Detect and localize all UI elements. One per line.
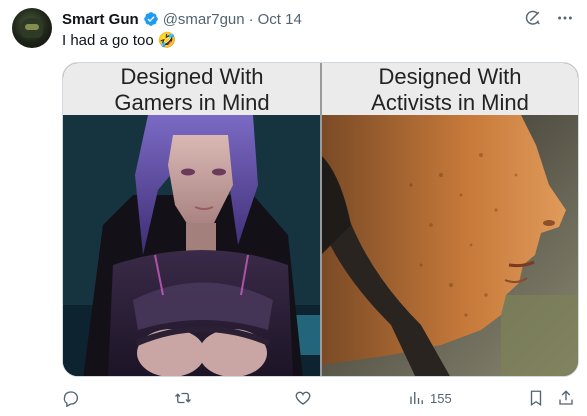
- heart-icon: [295, 391, 311, 405]
- tweet-header: Smart Gun @smar7gun · Oct 14: [62, 9, 302, 29]
- views-count: 155: [430, 390, 452, 406]
- tweet-text: I had a go too 🤣: [62, 32, 176, 49]
- realistic-face-image: [321, 115, 578, 376]
- reply-icon: [63, 391, 79, 407]
- share-icon: [559, 390, 573, 405]
- tweet-text-body: I had a go too: [62, 32, 154, 49]
- realistic-face-illustration: [321, 115, 578, 376]
- caption-activists-line2: Activists in Mind: [371, 90, 529, 115]
- views-icon: [410, 392, 423, 404]
- caption-activists: Designed With Activists in Mind: [321, 63, 578, 115]
- tweet-top-actions: [523, 8, 575, 28]
- caption-gamers: Designed With Gamers in Mind: [63, 63, 321, 115]
- more-icon[interactable]: [555, 8, 575, 28]
- like-button[interactable]: [294, 386, 316, 410]
- views-button[interactable]: 155: [408, 386, 452, 410]
- tweet-media[interactable]: Designed With Gamers in Mind Designed Wi…: [62, 62, 579, 377]
- avatar-visor: [25, 24, 39, 30]
- avatar[interactable]: [12, 8, 52, 48]
- caption-gamers-line1: Designed With: [120, 64, 264, 89]
- media-panel-gamers: Designed With Gamers in Mind: [63, 63, 321, 376]
- verified-badge-icon[interactable]: [143, 11, 159, 27]
- retweet-icon: [175, 392, 191, 404]
- reply-button[interactable]: [62, 386, 84, 410]
- separator-dot: ·: [248, 10, 254, 28]
- display-name[interactable]: Smart Gun: [62, 11, 139, 28]
- media-panel-activists: Designed With Activists in Mind: [321, 63, 578, 376]
- bookmark-button[interactable]: [527, 386, 545, 410]
- anime-character-image: [63, 115, 321, 376]
- post-date[interactable]: Oct 14: [258, 11, 302, 28]
- handle[interactable]: @smar7gun: [163, 11, 245, 28]
- grok-icon[interactable]: [523, 8, 543, 28]
- caption-activists-line1: Designed With: [378, 64, 522, 89]
- share-button[interactable]: [557, 386, 575, 410]
- caption-gamers-line2: Gamers in Mind: [114, 90, 270, 115]
- tweet-actions: 155: [62, 386, 579, 410]
- rofl-emoji-icon: 🤣: [157, 32, 177, 49]
- anime-character-illustration: [63, 115, 321, 376]
- media-divider: [320, 63, 322, 376]
- retweet-button[interactable]: [174, 386, 196, 410]
- bookmark-icon: [530, 390, 542, 407]
